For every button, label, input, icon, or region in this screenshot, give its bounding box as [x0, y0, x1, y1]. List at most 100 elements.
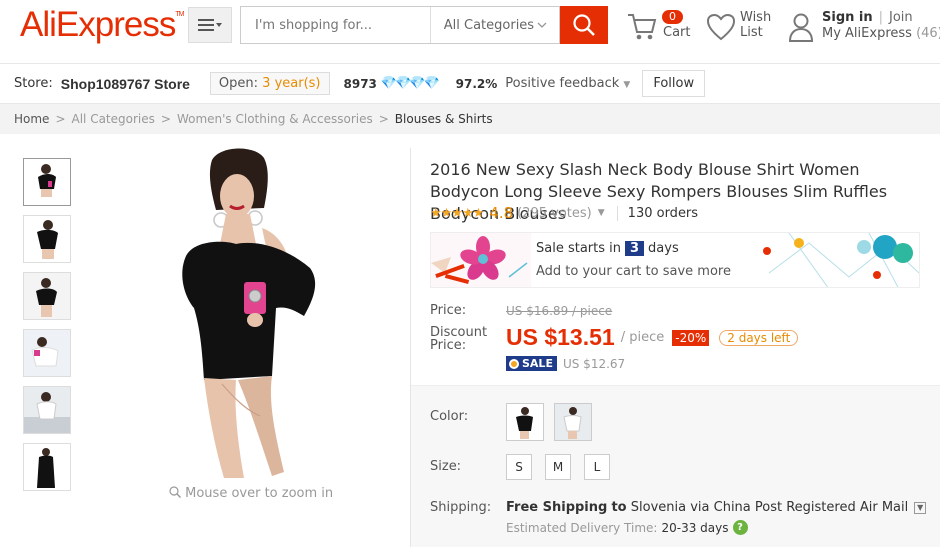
breadcrumb-current[interactable]: Blouses & Shirts — [395, 112, 493, 126]
store-name-link[interactable]: Shop1089767 Store — [61, 76, 190, 92]
chevron-down-icon — [537, 22, 547, 28]
breadcrumb-separator: > — [55, 112, 66, 126]
breadcrumb-all-categories[interactable]: All Categories — [72, 112, 155, 126]
breadcrumb-separator: > — [378, 112, 389, 126]
site-header: AliExpressTM All Categories 0 Cart WishL… — [0, 0, 940, 64]
follow-button[interactable]: Follow — [642, 70, 706, 97]
feedback-percent: 97.2% — [455, 76, 498, 91]
my-aliexpress-label: My AliExpress — [822, 26, 912, 41]
thumbnail-image — [24, 330, 70, 376]
search-button[interactable] — [560, 6, 608, 44]
search-input[interactable] — [241, 7, 430, 43]
size-label: Size: — [430, 459, 462, 474]
chevron-down-icon: ▼ — [623, 80, 631, 90]
discount-price-label: Discount Price: — [430, 326, 487, 352]
sale-days-label: days — [648, 241, 679, 256]
product-thumbnail[interactable] — [23, 158, 71, 206]
product-thumbnail[interactable] — [23, 272, 71, 320]
hamburger-icon — [198, 19, 222, 31]
days-left-badge: 2 days left — [719, 329, 799, 346]
heart-icon — [706, 13, 736, 41]
discount-percent-badge: -20% — [672, 329, 710, 346]
product-thumbnail[interactable] — [23, 443, 71, 491]
product-thumbnail[interactable] — [23, 215, 71, 263]
price-unit: / piece — [620, 330, 665, 345]
my-aliexpress-link[interactable]: My AliExpress (46) — [822, 26, 940, 41]
color-option-black[interactable] — [506, 403, 544, 441]
price-label: Price: — [430, 303, 467, 318]
star-rating-icon: ★★★★★ — [430, 205, 484, 221]
sale-badge-text: SALE — [522, 357, 553, 370]
diamond-rating-icon: 💎💎💎💎 — [380, 76, 440, 91]
shipping-label: Shipping: — [430, 500, 492, 515]
breadcrumb-womens-clothing[interactable]: Women's Clothing & Accessories — [177, 112, 373, 126]
color-label: Color: — [430, 409, 469, 424]
thumbnail-image — [24, 273, 70, 319]
rating-value: 4.8 — [489, 204, 514, 222]
delivery-value: 20-33 days — [661, 520, 729, 535]
color-swatch-image — [555, 404, 591, 440]
sale-countdown-banner[interactable]: Sale starts in 3 days Add to your cart to … — [430, 232, 920, 288]
free-shipping-text: Free Shipping — [506, 500, 608, 515]
category-menu-button[interactable] — [188, 7, 232, 43]
sale-price: US $12.67 — [562, 356, 626, 371]
sale-badge-icon — [509, 358, 519, 369]
shipping-destination: Slovenia via China Post Registered Air M… — [630, 500, 909, 515]
wish-label-line2: List — [740, 25, 763, 40]
search-bar: All Categories — [240, 6, 560, 44]
geometric-decoration-icon — [749, 233, 919, 287]
cart-icon — [628, 14, 657, 40]
help-icon[interactable]: ? — [732, 520, 748, 535]
join-link[interactable]: Join — [889, 10, 913, 25]
thumbnail-image — [24, 159, 70, 205]
wish-label-line1: Wish — [740, 10, 772, 25]
logo-text: AliExpress — [20, 5, 176, 44]
shipping-info: Free Shipping to Slovenia via China Post… — [506, 500, 927, 515]
color-option-white[interactable] — [554, 403, 592, 441]
breadcrumb-home[interactable]: Home — [14, 112, 49, 126]
discount-price-row: US $13.51 / piece -20% 2 days left — [506, 324, 799, 351]
product-thumbnail[interactable] — [23, 329, 71, 377]
sale-days-count: 3 — [625, 241, 645, 256]
votes-count[interactable]: (295 votes) — [517, 206, 592, 221]
breadcrumb-separator: > — [160, 112, 171, 126]
ship-to-text: to — [611, 500, 627, 515]
account-area: Sign in|Join My AliExpress (46) — [788, 10, 940, 44]
main-product-image[interactable] — [164, 148, 334, 480]
delivery-label: Estimated Delivery Time: — [506, 520, 658, 535]
product-thumbnail[interactable] — [23, 386, 71, 434]
store-open-badge: Open: 3 year(s) — [209, 72, 330, 95]
product-details: 2016 New Sexy Slash Neck Body Blouse Shi… — [410, 148, 940, 547]
cart-link[interactable]: 0 Cart — [626, 10, 696, 44]
sign-in-link[interactable]: Sign in — [822, 10, 873, 25]
discount-label-line2: Price: — [430, 338, 467, 353]
feedback-dropdown[interactable]: Positive feedback ▼ — [505, 76, 630, 91]
thumbnail-image — [24, 387, 70, 433]
size-option-s[interactable]: S — [506, 454, 532, 480]
zoom-hint-text: Mouse over to zoom in — [185, 486, 334, 501]
sale-badge: SALE — [506, 356, 557, 371]
original-price: US $16.89 / piece — [506, 304, 613, 318]
chevron-down-icon[interactable]: ▼ — [598, 208, 605, 218]
search-icon — [573, 14, 595, 36]
cart-count-badge: 0 — [662, 10, 683, 24]
shipping-dropdown-icon[interactable]: ▼ — [914, 501, 927, 514]
store-label: Store: — [14, 76, 53, 91]
category-select[interactable]: All Categories — [429, 7, 559, 43]
size-option-m[interactable]: M — [545, 454, 571, 480]
sale-starts-text: Sale starts in 3 days — [536, 241, 679, 256]
store-score[interactable]: 8973 — [344, 77, 377, 91]
feedback-label: Positive feedback — [505, 76, 620, 91]
wish-list-link[interactable]: Wish List — [706, 10, 776, 44]
product-options: Color: Size: S M L Shipping: Free Shippi… — [411, 386, 940, 547]
zoom-icon — [169, 486, 181, 498]
sale-starts-label: Sale starts in — [536, 241, 621, 256]
user-icon — [788, 13, 814, 42]
aliexpress-logo[interactable]: AliExpressTM — [20, 5, 184, 45]
size-option-l[interactable]: L — [584, 454, 610, 480]
flower-decoration-icon — [431, 233, 531, 287]
price-block: Price: US $16.89 / piece Discount Price: … — [411, 296, 940, 386]
breadcrumb: Home > All Categories > Women's Clothing… — [0, 104, 940, 134]
thumbnail-image — [24, 216, 70, 262]
sale-price-row: SALE US $12.67 — [506, 356, 625, 371]
